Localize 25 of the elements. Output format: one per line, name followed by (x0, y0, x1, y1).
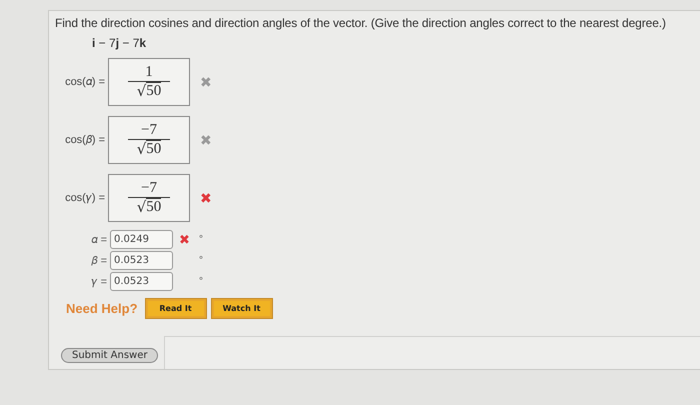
angle-label: 𝛽 = (90, 254, 107, 266)
angle-label: 𝛾 = (90, 276, 107, 288)
incorrect-mark-icon: ✖ (179, 232, 195, 247)
answer-box[interactable]: −7 √50 (108, 174, 190, 222)
vector-expression: i − 7j − 7k (92, 36, 148, 50)
help-button[interactable]: Watch It (212, 299, 272, 318)
submit-button[interactable]: Submit Answer (61, 348, 158, 363)
angle-input[interactable]: 0.0523 (110, 272, 173, 291)
angle-input[interactable]: 0.0249 (110, 230, 173, 249)
degree-unit: ° (199, 276, 203, 287)
angle-label: 𝛼 = (90, 234, 107, 246)
question-text: Find the direction cosines and direction angles of the vector. (Give the direction angles correct to the nearest degree.) (55, 16, 667, 30)
cosine-label: cos(𝛾) = (64, 192, 105, 204)
incorrect-mark-icon: ✖ (200, 74, 212, 90)
need-help-label: Need Help? (66, 301, 138, 316)
cosine-label: cos(𝛼) = (64, 76, 105, 88)
answer-box[interactable]: −7 √50 (108, 116, 190, 164)
degree-unit: ° (199, 255, 203, 266)
incorrect-mark-icon: ✖ (200, 132, 212, 148)
angle-input[interactable]: 0.0523 (110, 251, 173, 270)
incorrect-mark-icon: ✖ (200, 190, 212, 206)
degree-unit: ° (199, 234, 203, 245)
help-button[interactable]: Read It (146, 299, 206, 318)
answer-box[interactable]: 1 √50 (108, 58, 190, 106)
cosine-label: cos(𝛽) = (64, 134, 105, 146)
